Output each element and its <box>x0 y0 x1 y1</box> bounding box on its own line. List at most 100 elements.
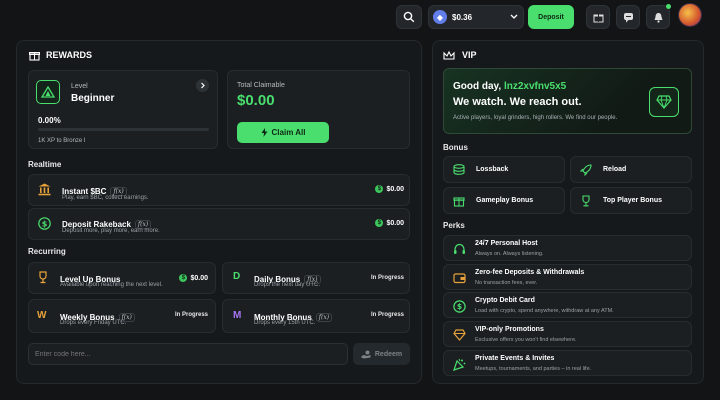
chat-button[interactable] <box>616 5 640 29</box>
top-player-bonus-button[interactable]: Top Player Bonus <box>570 187 692 214</box>
deposit-button[interactable]: Deposit <box>528 5 574 29</box>
search-button[interactable] <box>396 5 422 29</box>
trophy-icon <box>36 270 50 284</box>
avatar[interactable] <box>678 3 702 27</box>
perks-heading: Perks <box>443 221 465 230</box>
wallet-icon <box>452 271 466 285</box>
gift-button[interactable] <box>586 5 610 29</box>
letter-w-icon: W <box>37 310 47 321</box>
progress-percent: 0.00% <box>38 116 61 125</box>
perk-zero-fee: Zero-fee Deposits & Withdrawals No trans… <box>443 264 692 290</box>
recurring-heading: Recurring <box>28 247 66 256</box>
chevron-right-icon <box>200 82 205 89</box>
balance-selector[interactable]: ◆ $0.36 <box>428 5 524 29</box>
daily-bonus-desc: Drops the next day UTC. <box>254 282 321 288</box>
vip-title: VIP <box>462 50 477 60</box>
weekly-bonus-desc: Drops every Friday UTC. <box>60 320 127 326</box>
level-up-desc: Available upon reaching the next level. <box>60 282 163 288</box>
promo-code-input[interactable] <box>28 343 348 365</box>
perk-title: Crypto Debit Card <box>475 297 535 304</box>
deposit-rakeback-value: $ $0.00 <box>375 219 404 227</box>
vip-headline: We watch. We reach out. <box>453 96 582 108</box>
ethereum-icon: ◆ <box>433 10 447 24</box>
xp-to-next-level: 1K XP to Bronze I <box>38 138 86 144</box>
claimable-label: Total Claimable <box>237 82 285 89</box>
level-label: Level <box>71 83 88 90</box>
monthly-bonus-status: In Progress <box>370 312 404 318</box>
gift-icon <box>29 52 40 61</box>
perk-vip-promotions: VIP-only Promotions Exclusive offers you… <box>443 321 692 347</box>
reload-button[interactable]: Reload <box>570 156 692 183</box>
vip-subtext: Active players, loyal grinders, high rol… <box>453 115 618 121</box>
claim-all-button[interactable]: Claim All <box>237 122 329 143</box>
bank-icon <box>37 182 51 196</box>
gift-icon <box>593 14 603 22</box>
instant-bc-desc: Play, earn $BC, collect earnings. <box>62 195 149 201</box>
vip-username: lnz2xvfnv5x5 <box>503 81 567 92</box>
perk-desc: Exclusive offers you won't find elsewher… <box>475 337 577 343</box>
party-icon <box>452 357 466 371</box>
notifications-button[interactable] <box>646 4 671 29</box>
instant-bc-amount: $0.00 <box>386 185 404 193</box>
lightning-icon <box>261 128 268 137</box>
dollar-coin-icon: $ <box>375 185 384 193</box>
perk-debit-card: $ Crypto Debit Card Load with crypto, sp… <box>443 292 692 318</box>
bell-icon <box>654 12 662 23</box>
deposit-rakeback-desc: Deposit more, play more, earn more. <box>62 228 160 234</box>
claimable-value: $0.00 <box>237 92 275 109</box>
notification-dot <box>666 4 671 9</box>
rocket-icon <box>579 163 593 176</box>
instant-bc-value: $ $0.00 <box>375 185 404 193</box>
perk-title: Private Events & Invites <box>475 355 555 362</box>
top-player-bonus-label: Top Player Bonus <box>603 197 662 204</box>
perk-desc: Load with crypto, spend anywhere, withdr… <box>475 308 614 314</box>
level-value: Beginner <box>71 93 115 104</box>
monthly-bonus-desc: Drops every 15th UTC. <box>254 320 316 326</box>
crown-icon <box>443 51 455 60</box>
greeting-prefix: Good day, <box>453 81 504 92</box>
perk-title: 24/7 Personal Host <box>475 240 538 247</box>
lossback-label: Lossback <box>476 166 509 173</box>
deposit-label: Deposit <box>538 13 564 21</box>
balance-amount: $0.36 <box>452 12 473 22</box>
bonus-heading: Bonus <box>443 143 468 152</box>
level-up-amount: $0.00 <box>190 274 208 282</box>
level-badge-icon <box>36 80 60 104</box>
perk-title: Zero-fee Deposits & Withdrawals <box>475 269 585 276</box>
chevron-down-icon <box>510 14 518 19</box>
card-coin-icon: $ <box>452 299 466 313</box>
redeem-label: Redeem <box>374 350 403 358</box>
weekly-bonus-status: In Progress <box>174 312 208 318</box>
letter-d-icon: D <box>233 271 241 282</box>
deposit-rakeback-amount: $0.00 <box>386 219 404 227</box>
level-details-button[interactable] <box>196 79 209 92</box>
perk-private-events: Private Events & Invites Meetups, tourna… <box>443 350 692 376</box>
gift-icon <box>452 195 466 207</box>
trophy-icon <box>579 194 593 207</box>
chat-icon <box>623 12 633 22</box>
progress-bar <box>38 128 209 131</box>
lossback-button[interactable]: Lossback <box>443 156 565 183</box>
dollar-coin-icon: $ <box>179 274 188 282</box>
svg-text:$: $ <box>41 219 47 228</box>
dollar-coin-icon: $ <box>37 216 51 230</box>
diamond-icon <box>649 87 679 117</box>
gameplay-bonus-label: Gameplay Bonus <box>476 197 534 204</box>
daily-bonus-status: In Progress <box>370 275 404 281</box>
search-icon <box>403 11 415 23</box>
level-up-value: $ $0.00 <box>179 274 208 282</box>
perk-desc: Always on. Always listening. <box>475 251 544 257</box>
gameplay-bonus-button[interactable]: Gameplay Bonus <box>443 187 565 214</box>
redeem-button[interactable]: Redeem <box>353 343 410 365</box>
reload-label: Reload <box>603 166 627 173</box>
perk-desc: Meetups, tournaments, and parties – in r… <box>475 366 592 372</box>
coin-stack-icon <box>452 164 466 175</box>
realtime-heading: Realtime <box>28 160 62 169</box>
vip-greeting: Good day, lnz2xvfnv5x5 <box>453 81 566 92</box>
formula-icon[interactable]: f(x) <box>315 313 333 322</box>
perk-desc: No transaction fees, ever. <box>475 280 538 286</box>
dollar-coin-icon: $ <box>375 219 384 227</box>
hand-coin-icon <box>361 350 371 358</box>
perk-title: VIP-only Promotions <box>475 326 544 333</box>
claim-all-label: Claim All <box>271 128 306 137</box>
